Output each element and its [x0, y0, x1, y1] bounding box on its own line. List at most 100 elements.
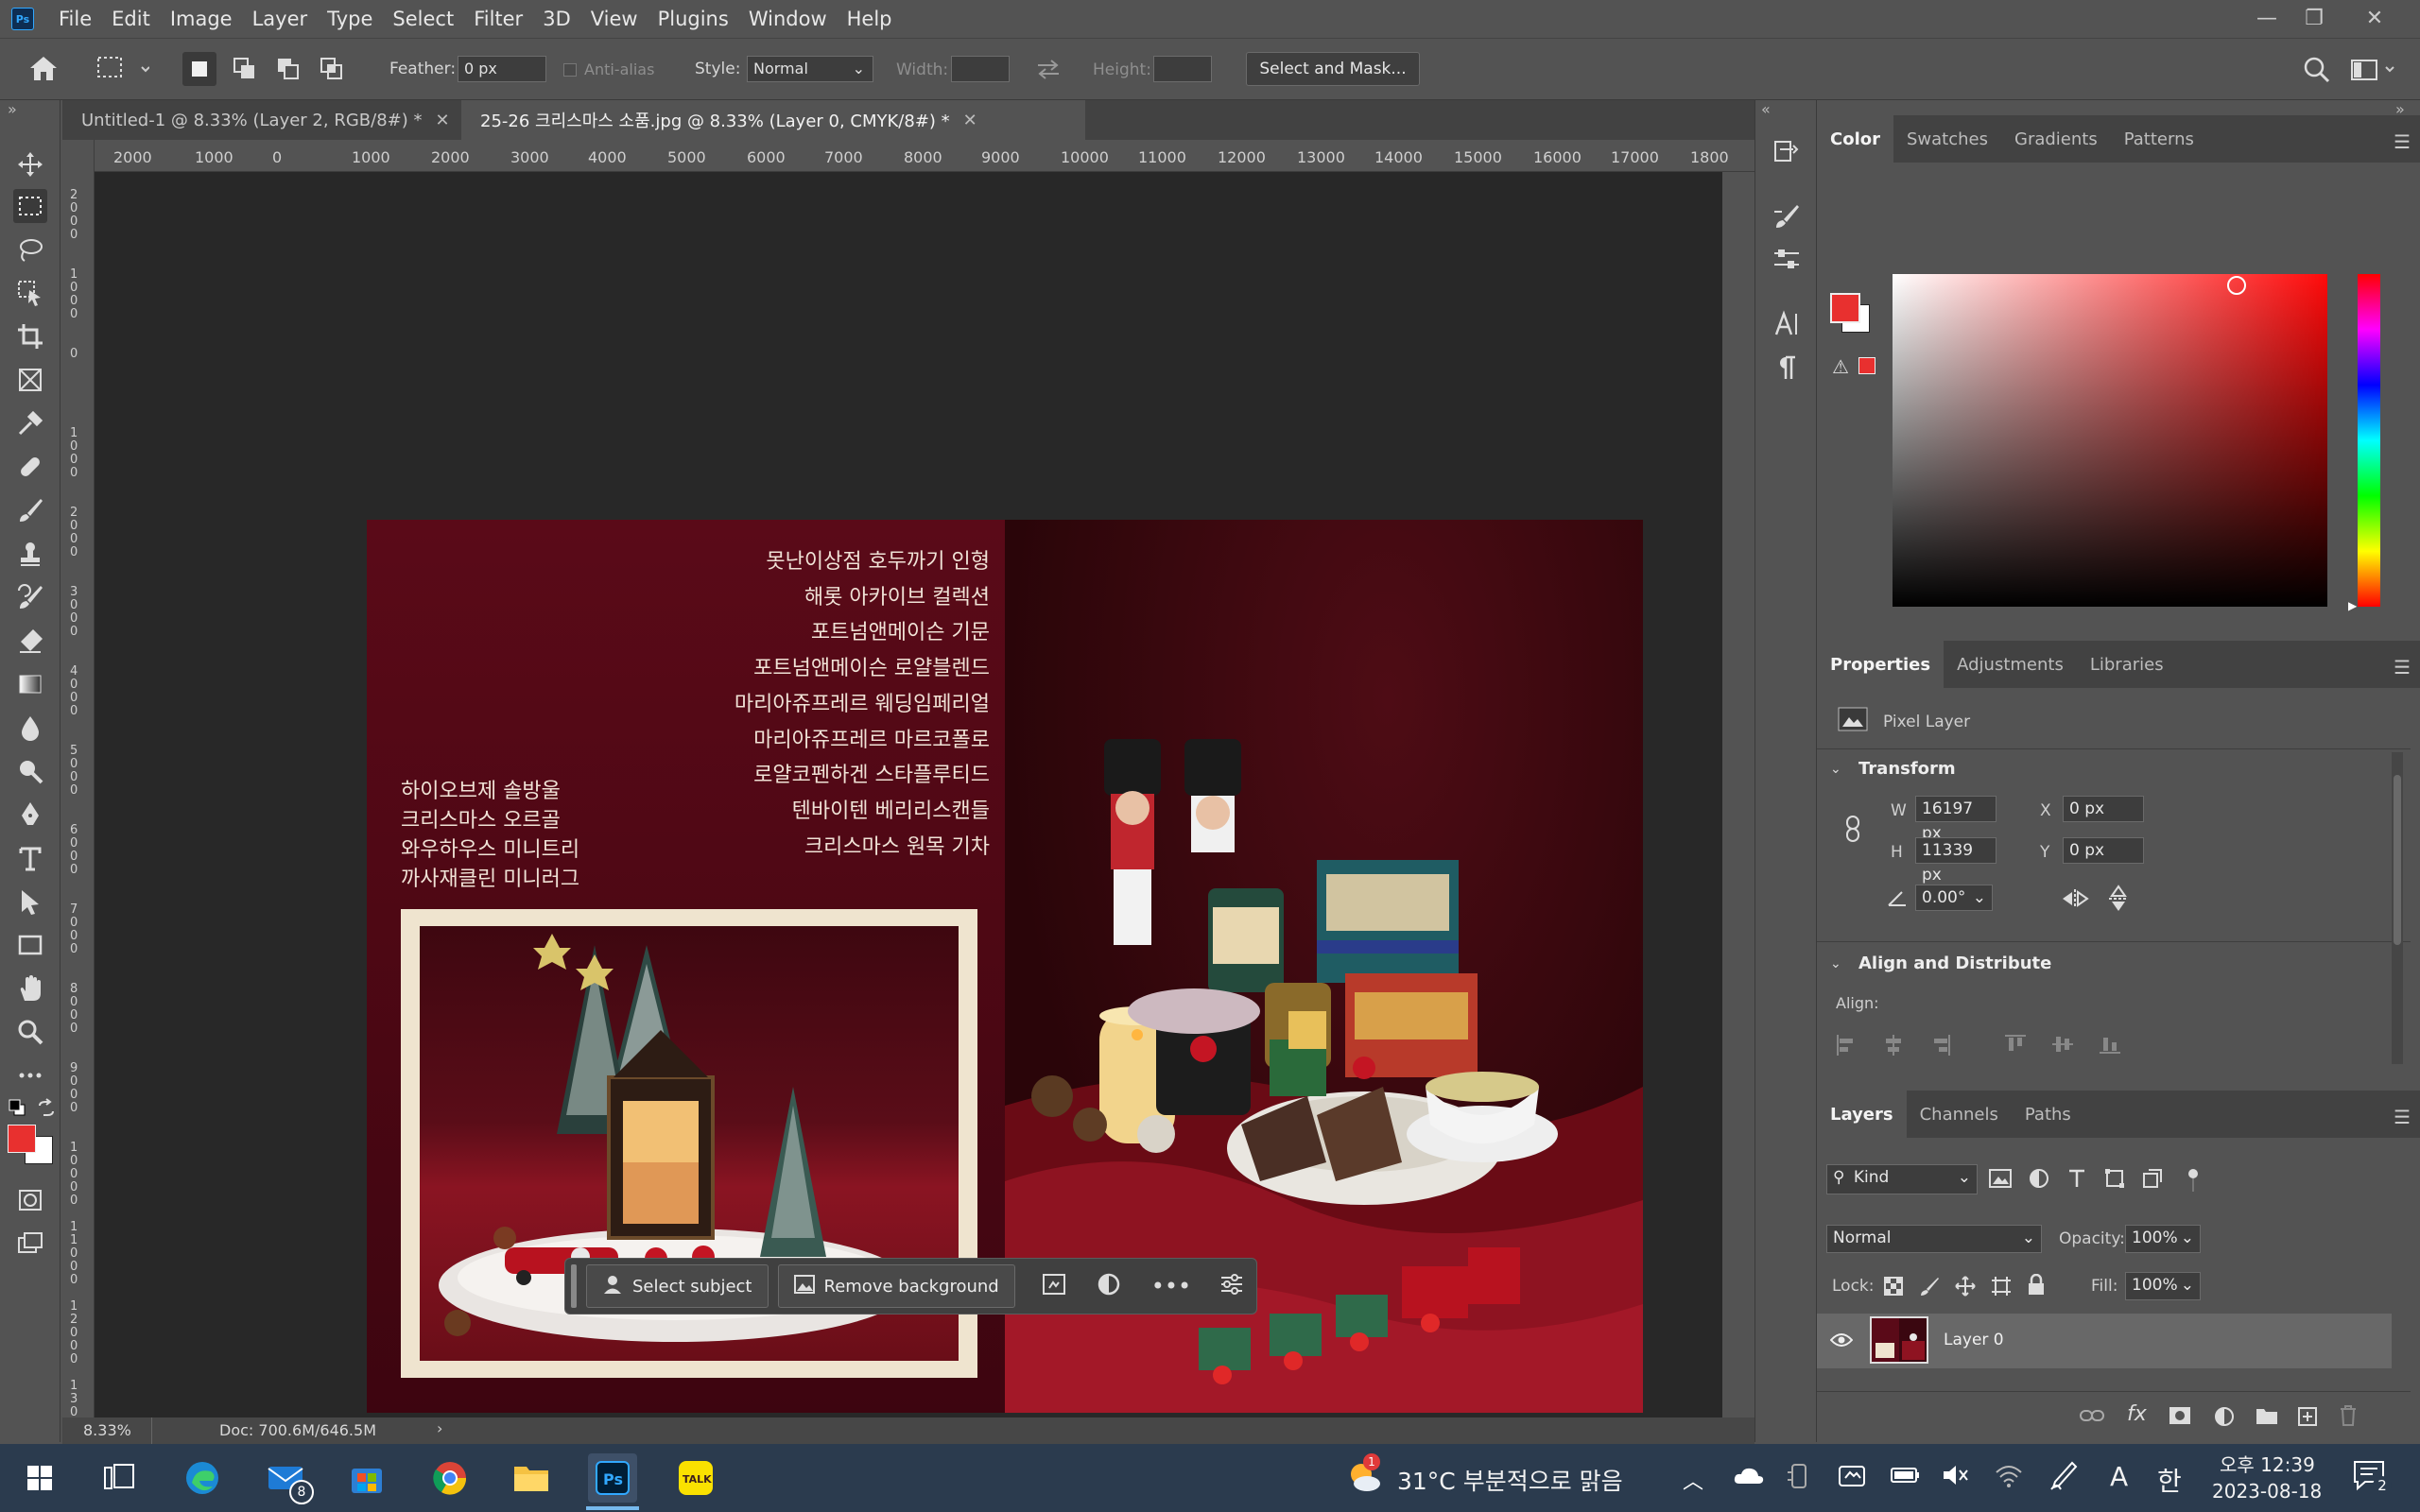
menu-window[interactable]: Window	[749, 8, 827, 30]
layer-row[interactable]: Layer 0	[1817, 1314, 2392, 1368]
menu-select[interactable]: Select	[392, 8, 454, 30]
mail-icon[interactable]: 8	[261, 1453, 314, 1504]
brushes-panel-icon[interactable]	[1769, 242, 1805, 278]
brush-tool-icon[interactable]	[13, 493, 47, 527]
new-group-icon[interactable]	[2256, 1406, 2278, 1429]
layer-name[interactable]: Layer 0	[1944, 1331, 2004, 1349]
hand-tool-icon[interactable]	[13, 971, 47, 1005]
menu-file[interactable]: File	[59, 8, 92, 30]
lasso-tool-icon[interactable]	[13, 232, 47, 266]
zoom-level[interactable]: 8.33%	[83, 1421, 131, 1439]
hue-slider-handle[interactable]: ▶	[2348, 599, 2357, 612]
height-input[interactable]: 11339 px	[1915, 837, 1996, 885]
history-panel-icon[interactable]	[1769, 134, 1805, 170]
eyedropper-tool-icon[interactable]	[13, 406, 47, 440]
marquee-tool-preset-icon[interactable]	[96, 56, 149, 82]
gamut-warning-icon[interactable]: ⚠	[1832, 355, 1849, 378]
intersect-selection-icon[interactable]	[315, 52, 349, 86]
object-selection-tool-icon[interactable]	[13, 276, 47, 310]
select-and-mask-button[interactable]: Select and Mask...	[1246, 52, 1420, 86]
menu-3d[interactable]: 3D	[543, 8, 571, 30]
kakaotalk-icon[interactable]: TALK	[671, 1453, 720, 1503]
tab-christmas-props[interactable]: 25-26 크리스마스 소품.jpg @ 8.33% (Layer 0, CMY…	[461, 100, 1085, 140]
y-input[interactable]: 0 px	[2063, 837, 2144, 864]
chrome-browser-icon[interactable]	[425, 1453, 475, 1503]
drag-handle[interactable]	[571, 1264, 577, 1308]
ruler-origin[interactable]	[62, 140, 95, 172]
angle-input[interactable]: 0.00° ⌄	[1915, 885, 1993, 911]
more-tools-icon[interactable]	[13, 1058, 47, 1092]
menu-layer[interactable]: Layer	[252, 8, 308, 30]
chevron-down-icon[interactable]: ⌄	[1973, 885, 1986, 910]
menu-filter[interactable]: Filter	[474, 8, 523, 30]
new-adjustment-layer-icon[interactable]	[2214, 1406, 2235, 1431]
lock-transparent-icon[interactable]	[1883, 1276, 1904, 1300]
add-mask-icon[interactable]	[2169, 1406, 2191, 1429]
feather-input[interactable]: 0 px	[458, 56, 546, 82]
move-tool-icon[interactable]	[13, 147, 47, 181]
screen-mode-icon[interactable]	[13, 1227, 47, 1261]
quick-mask-icon[interactable]	[13, 1183, 47, 1217]
align-bottom-icon[interactable]	[2099, 1034, 2121, 1058]
input-mode-a[interactable]: A	[2110, 1461, 2128, 1492]
file-explorer-icon[interactable]	[507, 1453, 556, 1503]
chevron-down-icon[interactable]: ⌄	[1830, 762, 1841, 777]
height-input[interactable]	[1153, 56, 1212, 82]
clone-stamp-tool-icon[interactable]	[13, 537, 47, 571]
panel-menu-icon[interactable]: ☰	[2394, 1106, 2411, 1128]
tab-gradients[interactable]: Gradients	[2001, 115, 2111, 163]
flip-vertical-icon[interactable]	[2108, 885, 2129, 917]
transform-selection-icon[interactable]	[1042, 1273, 1066, 1299]
tray-app-icon[interactable]	[1787, 1463, 1811, 1493]
menu-plugins[interactable]: Plugins	[658, 8, 729, 30]
marquee-tool-icon[interactable]	[13, 189, 47, 223]
panel-menu-icon[interactable]: ☰	[2394, 656, 2411, 679]
settings-sliders-icon[interactable]	[1219, 1273, 1244, 1299]
default-colors-icon[interactable]	[8, 1098, 26, 1121]
home-icon[interactable]	[28, 54, 59, 82]
minimize-button[interactable]: —	[2250, 4, 2284, 32]
onedrive-icon[interactable]	[1734, 1465, 1764, 1489]
eye-icon[interactable]	[1829, 1332, 1854, 1351]
search-icon[interactable]	[2303, 56, 2331, 84]
tab-color[interactable]: Color	[1817, 115, 1893, 163]
capture-tool-icon[interactable]	[1838, 1463, 1866, 1493]
edge-browser-icon[interactable]	[178, 1453, 227, 1503]
zoom-tool-icon[interactable]	[13, 1015, 47, 1049]
wifi-icon[interactable]	[1995, 1463, 2023, 1491]
flip-horizontal-icon[interactable]	[2061, 888, 2089, 913]
close-icon[interactable]: ✕	[963, 111, 977, 130]
subtract-from-selection-icon[interactable]	[271, 52, 305, 86]
menu-view[interactable]: View	[591, 8, 638, 30]
blend-mode-select[interactable]: Normal ⌄	[1826, 1225, 2042, 1253]
antialias-checkbox[interactable]	[563, 63, 577, 77]
menu-type[interactable]: Type	[327, 8, 372, 30]
chevron-right-icon[interactable]: ›	[437, 1419, 442, 1437]
gradient-tool-icon[interactable]	[13, 667, 47, 701]
new-selection-mode-button[interactable]	[182, 52, 216, 86]
pen-tool-icon[interactable]	[13, 798, 47, 832]
character-panel-icon[interactable]	[1769, 306, 1805, 342]
tab-patterns[interactable]: Patterns	[2111, 115, 2207, 163]
input-mode-han[interactable]: 한	[2157, 1461, 2182, 1499]
tab-untitled-1[interactable]: Untitled-1 @ 8.33% (Layer 2, RGB/8#) * ✕	[62, 100, 478, 140]
windows-start-icon[interactable]	[15, 1453, 64, 1503]
rectangle-tool-icon[interactable]	[13, 928, 47, 962]
history-brush-tool-icon[interactable]	[13, 580, 47, 614]
style-select[interactable]: Normal ⌄	[747, 56, 873, 82]
collapse-toolbar-icon[interactable]: »	[8, 100, 17, 118]
lock-pixels-icon[interactable]	[1919, 1276, 1940, 1300]
paragraph-panel-icon[interactable]	[1769, 350, 1805, 386]
tab-adjustments[interactable]: Adjustments	[1944, 641, 2077, 688]
link-icon[interactable]	[1843, 815, 1862, 847]
restore-button[interactable]: ❐	[2297, 4, 2331, 32]
task-view-icon[interactable]	[95, 1453, 144, 1503]
filter-pixel-icon[interactable]	[1989, 1168, 2012, 1193]
dodge-tool-icon[interactable]	[13, 754, 47, 788]
clock-time[interactable]: 오후 12:39	[2220, 1450, 2315, 1477]
brush-settings-panel-icon[interactable]	[1769, 198, 1805, 234]
remove-background-button[interactable]: Remove background	[777, 1264, 1015, 1308]
delete-layer-icon[interactable]	[2339, 1404, 2358, 1431]
clock-date[interactable]: 2023-08-18	[2212, 1480, 2322, 1503]
tab-paths[interactable]: Paths	[2012, 1091, 2084, 1138]
